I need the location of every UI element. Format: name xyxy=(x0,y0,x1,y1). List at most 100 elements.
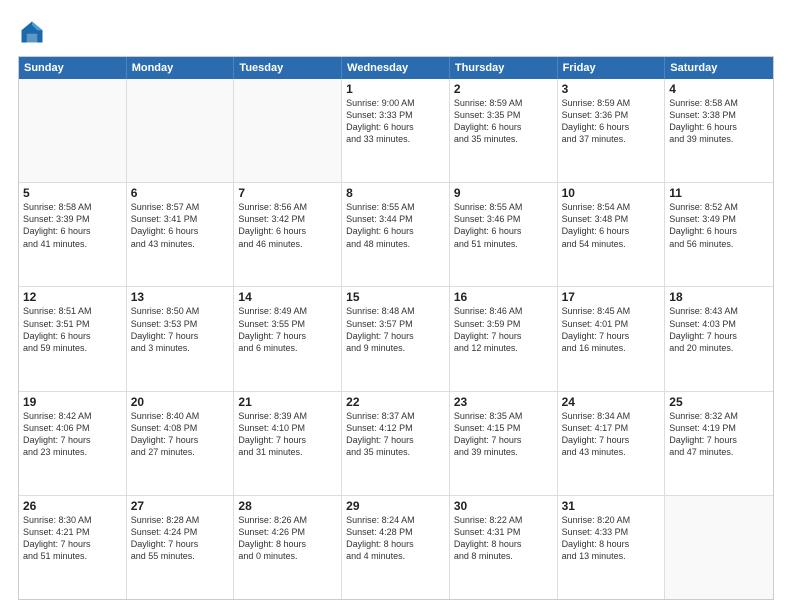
day-cell-30: 30Sunrise: 8:22 AM Sunset: 4:31 PM Dayli… xyxy=(450,496,558,599)
day-cell-6: 6Sunrise: 8:57 AM Sunset: 3:41 PM Daylig… xyxy=(127,183,235,286)
day-info: Sunrise: 8:45 AM Sunset: 4:01 PM Dayligh… xyxy=(562,305,661,354)
day-info: Sunrise: 8:43 AM Sunset: 4:03 PM Dayligh… xyxy=(669,305,769,354)
day-info: Sunrise: 8:48 AM Sunset: 3:57 PM Dayligh… xyxy=(346,305,445,354)
day-number: 14 xyxy=(238,290,337,304)
day-info: Sunrise: 8:52 AM Sunset: 3:49 PM Dayligh… xyxy=(669,201,769,250)
day-info: Sunrise: 8:42 AM Sunset: 4:06 PM Dayligh… xyxy=(23,410,122,459)
day-cell-5: 5Sunrise: 8:58 AM Sunset: 3:39 PM Daylig… xyxy=(19,183,127,286)
day-cell-9: 9Sunrise: 8:55 AM Sunset: 3:46 PM Daylig… xyxy=(450,183,558,286)
day-info: Sunrise: 8:35 AM Sunset: 4:15 PM Dayligh… xyxy=(454,410,553,459)
day-number: 17 xyxy=(562,290,661,304)
day-cell-7: 7Sunrise: 8:56 AM Sunset: 3:42 PM Daylig… xyxy=(234,183,342,286)
day-number: 30 xyxy=(454,499,553,513)
day-cell-22: 22Sunrise: 8:37 AM Sunset: 4:12 PM Dayli… xyxy=(342,392,450,495)
day-cell-18: 18Sunrise: 8:43 AM Sunset: 4:03 PM Dayli… xyxy=(665,287,773,390)
logo xyxy=(18,18,50,46)
day-cell-13: 13Sunrise: 8:50 AM Sunset: 3:53 PM Dayli… xyxy=(127,287,235,390)
day-cell-29: 29Sunrise: 8:24 AM Sunset: 4:28 PM Dayli… xyxy=(342,496,450,599)
day-cell-26: 26Sunrise: 8:30 AM Sunset: 4:21 PM Dayli… xyxy=(19,496,127,599)
day-cell-31: 31Sunrise: 8:20 AM Sunset: 4:33 PM Dayli… xyxy=(558,496,666,599)
header xyxy=(18,18,774,46)
day-number: 1 xyxy=(346,82,445,96)
day-info: Sunrise: 8:28 AM Sunset: 4:24 PM Dayligh… xyxy=(131,514,230,563)
day-info: Sunrise: 8:50 AM Sunset: 3:53 PM Dayligh… xyxy=(131,305,230,354)
day-info: Sunrise: 8:32 AM Sunset: 4:19 PM Dayligh… xyxy=(669,410,769,459)
day-info: Sunrise: 8:54 AM Sunset: 3:48 PM Dayligh… xyxy=(562,201,661,250)
day-info: Sunrise: 8:58 AM Sunset: 3:39 PM Dayligh… xyxy=(23,201,122,250)
day-cell-empty-4-6 xyxy=(665,496,773,599)
day-number: 26 xyxy=(23,499,122,513)
day-number: 10 xyxy=(562,186,661,200)
day-number: 6 xyxy=(131,186,230,200)
day-info: Sunrise: 8:20 AM Sunset: 4:33 PM Dayligh… xyxy=(562,514,661,563)
weekday-header-friday: Friday xyxy=(558,57,666,79)
day-info: Sunrise: 8:26 AM Sunset: 4:26 PM Dayligh… xyxy=(238,514,337,563)
day-cell-15: 15Sunrise: 8:48 AM Sunset: 3:57 PM Dayli… xyxy=(342,287,450,390)
day-cell-24: 24Sunrise: 8:34 AM Sunset: 4:17 PM Dayli… xyxy=(558,392,666,495)
calendar-row-4: 26Sunrise: 8:30 AM Sunset: 4:21 PM Dayli… xyxy=(19,495,773,599)
calendar-row-1: 5Sunrise: 8:58 AM Sunset: 3:39 PM Daylig… xyxy=(19,182,773,286)
day-cell-3: 3Sunrise: 8:59 AM Sunset: 3:36 PM Daylig… xyxy=(558,79,666,182)
page: SundayMondayTuesdayWednesdayThursdayFrid… xyxy=(0,0,792,612)
day-number: 21 xyxy=(238,395,337,409)
day-cell-10: 10Sunrise: 8:54 AM Sunset: 3:48 PM Dayli… xyxy=(558,183,666,286)
day-number: 27 xyxy=(131,499,230,513)
day-cell-12: 12Sunrise: 8:51 AM Sunset: 3:51 PM Dayli… xyxy=(19,287,127,390)
day-info: Sunrise: 8:58 AM Sunset: 3:38 PM Dayligh… xyxy=(669,97,769,146)
day-number: 16 xyxy=(454,290,553,304)
day-cell-27: 27Sunrise: 8:28 AM Sunset: 4:24 PM Dayli… xyxy=(127,496,235,599)
day-number: 3 xyxy=(562,82,661,96)
day-number: 23 xyxy=(454,395,553,409)
logo-icon xyxy=(18,18,46,46)
day-cell-8: 8Sunrise: 8:55 AM Sunset: 3:44 PM Daylig… xyxy=(342,183,450,286)
day-cell-20: 20Sunrise: 8:40 AM Sunset: 4:08 PM Dayli… xyxy=(127,392,235,495)
day-number: 7 xyxy=(238,186,337,200)
day-info: Sunrise: 8:46 AM Sunset: 3:59 PM Dayligh… xyxy=(454,305,553,354)
day-number: 31 xyxy=(562,499,661,513)
day-cell-16: 16Sunrise: 8:46 AM Sunset: 3:59 PM Dayli… xyxy=(450,287,558,390)
calendar-body: 1Sunrise: 9:00 AM Sunset: 3:33 PM Daylig… xyxy=(19,79,773,599)
day-number: 29 xyxy=(346,499,445,513)
day-info: Sunrise: 8:51 AM Sunset: 3:51 PM Dayligh… xyxy=(23,305,122,354)
day-number: 8 xyxy=(346,186,445,200)
calendar-header: SundayMondayTuesdayWednesdayThursdayFrid… xyxy=(19,57,773,79)
weekday-header-thursday: Thursday xyxy=(450,57,558,79)
day-info: Sunrise: 8:34 AM Sunset: 4:17 PM Dayligh… xyxy=(562,410,661,459)
weekday-header-monday: Monday xyxy=(127,57,235,79)
calendar-row-2: 12Sunrise: 8:51 AM Sunset: 3:51 PM Dayli… xyxy=(19,286,773,390)
day-cell-11: 11Sunrise: 8:52 AM Sunset: 3:49 PM Dayli… xyxy=(665,183,773,286)
day-number: 11 xyxy=(669,186,769,200)
day-number: 4 xyxy=(669,82,769,96)
day-number: 25 xyxy=(669,395,769,409)
day-number: 12 xyxy=(23,290,122,304)
day-cell-4: 4Sunrise: 8:58 AM Sunset: 3:38 PM Daylig… xyxy=(665,79,773,182)
day-cell-23: 23Sunrise: 8:35 AM Sunset: 4:15 PM Dayli… xyxy=(450,392,558,495)
day-info: Sunrise: 8:55 AM Sunset: 3:44 PM Dayligh… xyxy=(346,201,445,250)
day-info: Sunrise: 8:39 AM Sunset: 4:10 PM Dayligh… xyxy=(238,410,337,459)
day-number: 19 xyxy=(23,395,122,409)
day-cell-21: 21Sunrise: 8:39 AM Sunset: 4:10 PM Dayli… xyxy=(234,392,342,495)
day-info: Sunrise: 8:49 AM Sunset: 3:55 PM Dayligh… xyxy=(238,305,337,354)
day-number: 22 xyxy=(346,395,445,409)
day-number: 5 xyxy=(23,186,122,200)
day-info: Sunrise: 8:59 AM Sunset: 3:36 PM Dayligh… xyxy=(562,97,661,146)
day-cell-empty-0-2 xyxy=(234,79,342,182)
day-info: Sunrise: 8:30 AM Sunset: 4:21 PM Dayligh… xyxy=(23,514,122,563)
day-cell-2: 2Sunrise: 8:59 AM Sunset: 3:35 PM Daylig… xyxy=(450,79,558,182)
calendar-row-3: 19Sunrise: 8:42 AM Sunset: 4:06 PM Dayli… xyxy=(19,391,773,495)
day-number: 24 xyxy=(562,395,661,409)
weekday-header-tuesday: Tuesday xyxy=(234,57,342,79)
day-info: Sunrise: 8:37 AM Sunset: 4:12 PM Dayligh… xyxy=(346,410,445,459)
day-cell-28: 28Sunrise: 8:26 AM Sunset: 4:26 PM Dayli… xyxy=(234,496,342,599)
day-info: Sunrise: 8:22 AM Sunset: 4:31 PM Dayligh… xyxy=(454,514,553,563)
day-info: Sunrise: 8:56 AM Sunset: 3:42 PM Dayligh… xyxy=(238,201,337,250)
weekday-header-sunday: Sunday xyxy=(19,57,127,79)
day-info: Sunrise: 8:24 AM Sunset: 4:28 PM Dayligh… xyxy=(346,514,445,563)
day-number: 18 xyxy=(669,290,769,304)
day-info: Sunrise: 9:00 AM Sunset: 3:33 PM Dayligh… xyxy=(346,97,445,146)
day-number: 2 xyxy=(454,82,553,96)
calendar: SundayMondayTuesdayWednesdayThursdayFrid… xyxy=(18,56,774,600)
day-cell-14: 14Sunrise: 8:49 AM Sunset: 3:55 PM Dayli… xyxy=(234,287,342,390)
day-cell-19: 19Sunrise: 8:42 AM Sunset: 4:06 PM Dayli… xyxy=(19,392,127,495)
day-info: Sunrise: 8:55 AM Sunset: 3:46 PM Dayligh… xyxy=(454,201,553,250)
